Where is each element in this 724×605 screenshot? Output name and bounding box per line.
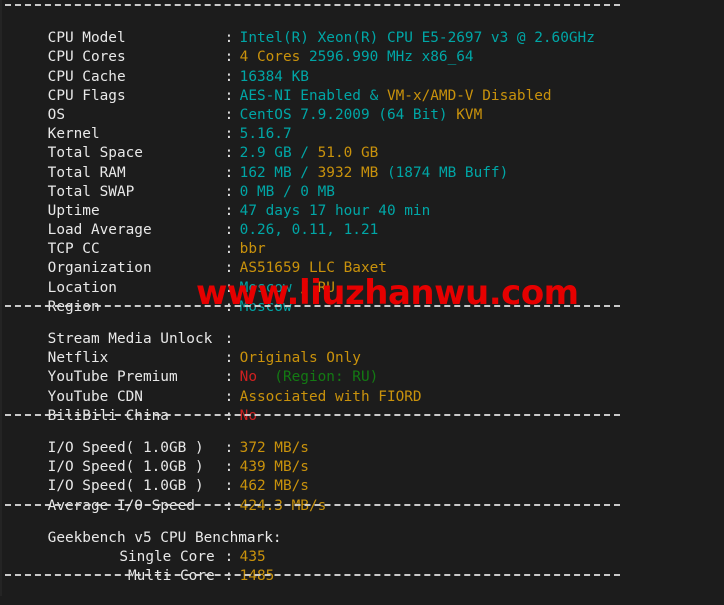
label-total-swap: Total SWAP <box>47 183 135 200</box>
value-total-ram-buff: (1874 MB Buff) <box>378 164 509 181</box>
value-netflix: Originals Only <box>239 350 361 367</box>
colon-io-speed-average: : <box>224 497 234 514</box>
value-single-core: 435 <box>239 548 266 565</box>
colon-cpu-flags: : <box>224 87 234 104</box>
colon-cpu-cache: : <box>224 68 234 85</box>
separator-io-speed <box>5 413 620 416</box>
value-cpu-flags-aes: AES-NI Enabled <box>239 87 361 104</box>
label-organization: Organization <box>47 260 152 277</box>
colon-youtube-premium: : <box>224 369 234 386</box>
label-region: Region <box>47 298 100 315</box>
value-io-speed-3: 462 MB/s <box>239 478 309 495</box>
colon-single-core: : <box>224 548 234 565</box>
value-uptime: 47 days 17 hour 40 min <box>239 202 431 219</box>
value-kernel: 5.16.7 <box>239 126 292 143</box>
label-single-core: Single Core <box>119 548 215 565</box>
label-tcp-cc: TCP CC <box>47 241 100 258</box>
colon-io-speed-3: : <box>224 478 234 495</box>
value-os-virt: KVM <box>447 106 483 123</box>
terminal-window: CPU Model: Intel(R) Xeon(R) CPU E5-2697 v… <box>0 0 724 596</box>
value-total-ram-used: 162 MB / <box>239 164 318 181</box>
value-io-speed-average: 424.3 MB/s <box>239 497 327 514</box>
value-total-swap: 0 MB / 0 MB <box>239 183 335 200</box>
label-load-average: Load Average <box>47 222 152 239</box>
label-cpu-flags: CPU Flags <box>47 87 126 104</box>
label-cpu-cache: CPU Cache <box>47 68 126 85</box>
colon-cpu-cores: : <box>224 49 234 66</box>
label-cpu-cores: CPU Cores <box>47 49 126 66</box>
value-cpu-cache: 16384 KB <box>239 68 309 85</box>
value-os-name: CentOS 7.9.2009 (64 Bit) <box>239 106 448 123</box>
value-tcp-cc: bbr <box>239 241 266 258</box>
colon-io-speed-1: : <box>224 439 234 456</box>
colon-os: : <box>224 106 234 123</box>
colon-cpu-model: : <box>224 30 234 47</box>
value-cpu-flags-vmx: VM-x/AMD-V Disabled <box>386 87 552 104</box>
colon-io-speed-2: : <box>224 459 234 476</box>
separator-stream-media <box>5 304 620 307</box>
label-os: OS <box>47 106 65 123</box>
label-youtube-cdn: YouTube CDN <box>47 388 143 405</box>
colon-uptime: : <box>224 202 234 219</box>
label-io-speed-1: I/O Speed( 1.0GB ) <box>47 439 204 456</box>
label-cpu-model: CPU Model <box>47 30 126 47</box>
label-location: Location <box>47 279 117 296</box>
colon-kernel: : <box>224 126 234 143</box>
label-netflix: Netflix <box>47 350 109 367</box>
label-total-ram: Total RAM <box>47 164 126 181</box>
colon-load-average: : <box>224 222 234 239</box>
value-total-space-total: 51.0 GB <box>317 145 379 162</box>
label-io-speed-3: I/O Speed( 1.0GB ) <box>47 478 204 495</box>
colon-bilibili-china: : <box>224 407 234 424</box>
terminal-left-edge <box>0 0 2 596</box>
label-geekbench-title: Geekbench v5 CPU Benchmark: <box>47 529 282 546</box>
colon-location: : <box>224 279 234 296</box>
value-multi-core: 1485 <box>239 568 275 585</box>
label-total-space: Total Space <box>47 145 143 162</box>
value-youtube-cdn: Associated with FIORD <box>239 388 422 405</box>
value-organization: AS51659 LLC Baxet <box>239 260 387 277</box>
label-io-speed-2: I/O Speed( 1.0GB ) <box>47 459 204 476</box>
label-stream-media-unlock: Stream Media Unlock <box>47 331 213 348</box>
label-multi-core: Multi Core <box>128 568 215 585</box>
value-cpu-cores-freq: 2596.990 MHz x86_64 <box>300 49 474 66</box>
colon-total-space: : <box>224 145 234 162</box>
colon-tcp-cc: : <box>224 241 234 258</box>
separator-top <box>5 4 620 6</box>
value-youtube-premium-region: (Region: RU) <box>256 369 379 386</box>
value-location-city: Moscow <box>239 279 292 296</box>
colon-youtube-cdn: : <box>224 388 234 405</box>
separator-bottom <box>5 574 620 577</box>
value-cpu-model: Intel(R) Xeon(R) CPU E5-2697 v3 @ 2.60GH… <box>239 30 595 47</box>
value-cpu-cores-count: 4 Cores <box>239 49 301 66</box>
label-uptime: Uptime <box>47 202 100 219</box>
value-bilibili-china: No <box>239 407 257 424</box>
row-cpu-model: CPU Model: Intel(R) Xeon(R) CPU E5-2697 v… <box>0 10 724 46</box>
label-youtube-premium: YouTube Premium <box>47 369 178 386</box>
colon-stream-media: : <box>224 331 234 348</box>
value-total-space-used: 2.9 GB / <box>239 145 318 162</box>
value-total-ram-total: 3932 MB <box>317 164 379 181</box>
value-youtube-premium-status: No <box>239 369 257 386</box>
separator-geekbench <box>5 503 620 506</box>
value-load-average: 0.26, 0.11, 1.21 <box>239 222 379 239</box>
label-kernel: Kernel <box>47 126 100 143</box>
colon-netflix: : <box>224 350 234 367</box>
colon-total-swap: : <box>224 183 234 200</box>
label-bilibili-china: BiliBili China <box>47 407 169 424</box>
colon-total-ram: : <box>224 164 234 181</box>
value-location-country: / RU <box>291 279 335 296</box>
colon-region: : <box>224 298 234 315</box>
value-cpu-flags-amp: & <box>360 87 387 104</box>
label-io-speed-average: Average I/O Speed <box>47 497 195 514</box>
colon-multi-core: : <box>224 568 234 585</box>
colon-organization: : <box>224 260 234 277</box>
value-io-speed-1: 372 MB/s <box>239 439 309 456</box>
value-io-speed-2: 439 MB/s <box>239 459 309 476</box>
value-region: Moscow <box>239 298 292 315</box>
